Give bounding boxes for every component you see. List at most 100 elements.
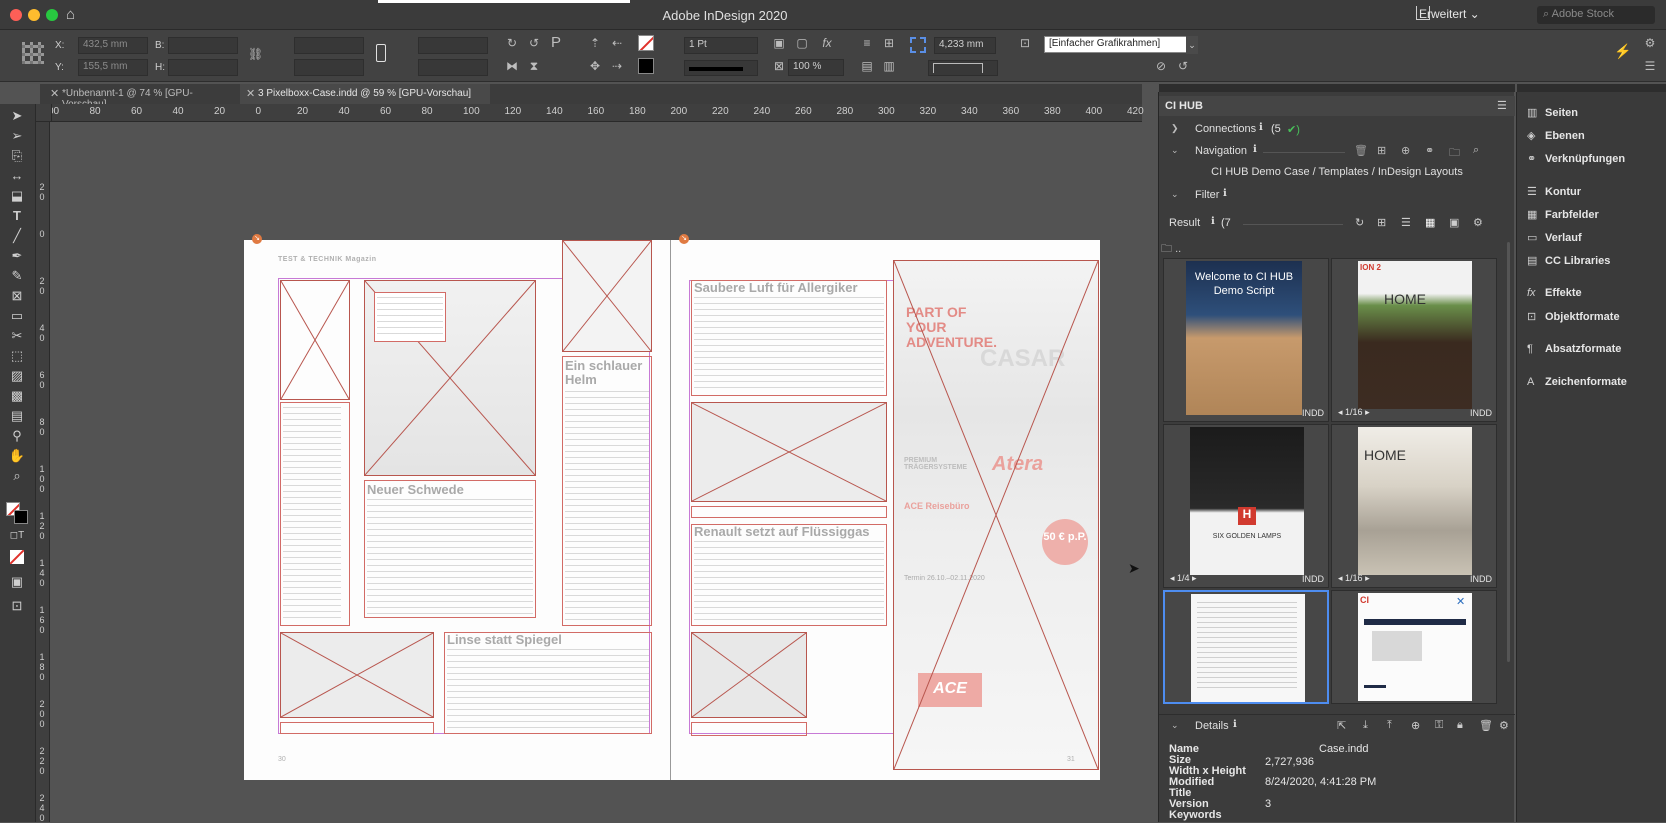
link-scale-icon[interactable] [376, 44, 386, 62]
list-view-icon[interactable]: ☰ [1401, 216, 1411, 229]
panel-menu-icon[interactable]: ☰ [1497, 99, 1507, 112]
download-icon[interactable]: ⤓ [1363, 719, 1368, 732]
asset-thumb-lamps[interactable]: H SIX GOLDEN LAMPS ◂ 1/4 ▸ INDD [1163, 424, 1329, 588]
caption-frame[interactable] [691, 722, 807, 736]
gear-icon[interactable]: ⚙ [1643, 36, 1657, 50]
redefine-style-icon[interactable]: ↺ [1176, 59, 1190, 73]
rectangle-tool-icon[interactable]: ▭ [8, 308, 26, 324]
trash-icon[interactable]: 🗑 [1354, 144, 1368, 157]
workspace-switcher[interactable]: Erweitert ⌄ [1419, 7, 1480, 21]
panel-seiten[interactable]: ▥ Seiten [1527, 106, 1578, 126]
details-row[interactable]: ⌄ Details ℹ ⇱ ⤓ ⤒ ⊕ ⚿ 🔒︎ 🗑 ⚙ [1159, 714, 1515, 734]
corner-style-select[interactable] [928, 60, 998, 76]
lock-open-icon[interactable]: ⚿ [1435, 719, 1443, 732]
article-frame-renault[interactable]: Renault setzt auf Flüssiggas [691, 524, 887, 626]
thumb-pager[interactable]: ◂ 1/16 ▸ [1338, 407, 1370, 418]
image-frame[interactable] [280, 280, 350, 400]
eyedropper-tool-icon[interactable]: ⚲ [8, 428, 26, 444]
caption-frame[interactable] [374, 292, 446, 342]
open-icon[interactable]: ⇱ [1337, 719, 1346, 732]
caption-frame[interactable] [691, 506, 887, 518]
asset-thumb-case[interactable] [1163, 590, 1329, 704]
add-icon[interactable]: ⊞ [1377, 216, 1386, 229]
wrap-icon[interactable]: ▤ [860, 59, 874, 73]
refresh-icon[interactable]: ↻ [1355, 216, 1364, 229]
lock-icon[interactable]: 🔒︎ [1457, 719, 1463, 732]
content-collector-icon[interactable]: ⬓ [8, 188, 26, 204]
panel-verknuepfungen[interactable]: ⚭ Verknüpfungen [1527, 152, 1625, 172]
selection-tool-icon[interactable]: ➤ [8, 108, 26, 124]
rotation-field[interactable] [418, 37, 488, 54]
asset-thumb-welcome[interactable]: Welcome to CI HUB Demo Script INDD [1163, 258, 1329, 422]
rotate-ccw-icon[interactable]: ↺ [527, 36, 541, 50]
image-frame-camera[interactable] [280, 632, 434, 718]
upload-icon[interactable]: ⤒ [1387, 719, 1392, 732]
connections-row[interactable]: ❯ Connections ℹ (5 ✔) [1159, 120, 1515, 140]
scale-y-field[interactable] [294, 59, 364, 76]
wrap-bbox-icon[interactable]: ▥ [882, 59, 896, 73]
select-previous-icon[interactable]: ⇠ [610, 36, 624, 50]
object-style-select[interactable]: [Einfacher Grafikrahmen] [1044, 36, 1198, 53]
article-frame-neuer-schwede[interactable]: Neuer Schwede [364, 480, 536, 618]
fit-content-icon[interactable]: ▢ [795, 36, 809, 50]
panel-objektformate[interactable]: ⊡ Objektformate [1527, 310, 1620, 330]
x-position-field[interactable]: 432,5 mm [78, 37, 148, 54]
info-icon[interactable]: ℹ [1211, 216, 1215, 227]
ci-hub-panel-header[interactable]: CI HUB ☰ [1159, 96, 1515, 116]
stroke-weight-field[interactable]: 1 Pt [684, 37, 758, 54]
article-frame-allergiker[interactable]: Saubere Luft für Allergiker [691, 280, 887, 396]
pen-tool-icon[interactable]: ✒ [8, 248, 26, 264]
panel-zeichenformate[interactable]: A Zeichenformate [1527, 376, 1627, 396]
info-icon[interactable]: ℹ [1223, 188, 1227, 199]
direct-selection-tool-icon[interactable]: ➢ [8, 128, 26, 144]
vertical-ruler[interactable]: 2 0 0 2 0 4 0 6 0 8 0 1 0 0 1 2 0 1 4 0 1 6 0 1 8 … [36, 122, 50, 823]
asset-thumb-ci[interactable]: CI ✕ [1331, 590, 1497, 704]
search-icon[interactable]: ⌕ [1473, 144, 1479, 157]
stroke-black-swatch[interactable] [638, 58, 654, 74]
frame-fitting-icon[interactable] [910, 37, 926, 53]
adobe-stock-search[interactable]: ⌕ Adobe Stock [1537, 6, 1655, 24]
effects-fx-icon[interactable]: fx [820, 36, 834, 50]
gradient-tool-icon[interactable]: ▨ [8, 368, 26, 384]
add-icon[interactable]: ⊞ [1377, 144, 1386, 157]
offset-field[interactable]: 4,233 mm [934, 37, 996, 54]
page-tool-icon[interactable]: ⎘ [8, 148, 26, 164]
apply-none-icon[interactable] [10, 550, 24, 564]
clear-overrides-icon[interactable]: ⊘ [1154, 59, 1168, 73]
close-tab-icon[interactable]: ✕ [50, 87, 59, 100]
large-thumb-icon[interactable]: ▣ [1449, 216, 1459, 229]
gradient-feather-tool-icon[interactable]: ▩ [8, 388, 26, 404]
caption-frame[interactable] [280, 722, 434, 734]
horizontal-ruler[interactable]: 00 80 60 40 20 0 20 40 60 80 100 120 140 160 180 200 220… [48, 104, 1144, 122]
gear-icon[interactable]: ⚙ [1499, 719, 1509, 732]
ad-frame-casar[interactable]: PART OF YOUR ADVENTURE. CASAR PREMIUM TR… [893, 260, 1099, 770]
scale-x-field[interactable] [294, 37, 364, 54]
panel-farbfelder[interactable]: ▦ Farbfelder [1527, 208, 1599, 228]
folder-icon[interactable]: 🗀 [1449, 144, 1460, 163]
note-tool-icon[interactable]: ▤ [8, 408, 26, 424]
asset-thumb-home-dog[interactable]: ION 2 HOME ◂ 1/16 ▸ INDD [1331, 258, 1497, 422]
panel-verlauf[interactable]: ▭ Verlauf [1527, 231, 1582, 251]
panel-cc-libraries[interactable]: ▤ CC Libraries [1527, 254, 1610, 274]
align-left-icon[interactable]: ≡ [860, 36, 874, 50]
grid-view-icon[interactable]: ▦ [1425, 216, 1435, 229]
pencil-tool-icon[interactable]: ✎ [8, 268, 26, 284]
article-frame-helm[interactable]: Ein schlauer Helm [562, 356, 652, 626]
navigation-path[interactable]: CI HUB Demo Case / Templates / InDesign … [1159, 166, 1515, 178]
fill-none-swatch[interactable] [638, 35, 654, 51]
parent-folder-item[interactable]: 🗀 .. [1161, 240, 1181, 259]
select-content-icon[interactable]: ✥ [588, 59, 602, 73]
line-tool-icon[interactable]: ╱ [8, 228, 26, 244]
thumb-pager[interactable]: ◂ 1/16 ▸ [1338, 573, 1370, 584]
constrain-proportions-icon[interactable]: ⛓ [248, 47, 263, 61]
y-position-field[interactable]: 155,5 mm [78, 59, 148, 76]
hand-tool-icon[interactable]: ✋ [8, 448, 26, 464]
select-next-icon[interactable]: ⇢ [610, 59, 624, 73]
rectangle-frame-tool-icon[interactable]: ⊠ [8, 288, 26, 304]
expand-icon[interactable]: ✕ [1456, 595, 1465, 608]
trash-icon[interactable]: 🗑 [1479, 719, 1493, 732]
rotate-cw-icon[interactable]: ↻ [505, 36, 519, 50]
thumb-pager[interactable]: ◂ 1/4 ▸ [1170, 573, 1197, 584]
width-field[interactable] [168, 37, 238, 54]
image-frame-purifier[interactable] [691, 402, 887, 502]
